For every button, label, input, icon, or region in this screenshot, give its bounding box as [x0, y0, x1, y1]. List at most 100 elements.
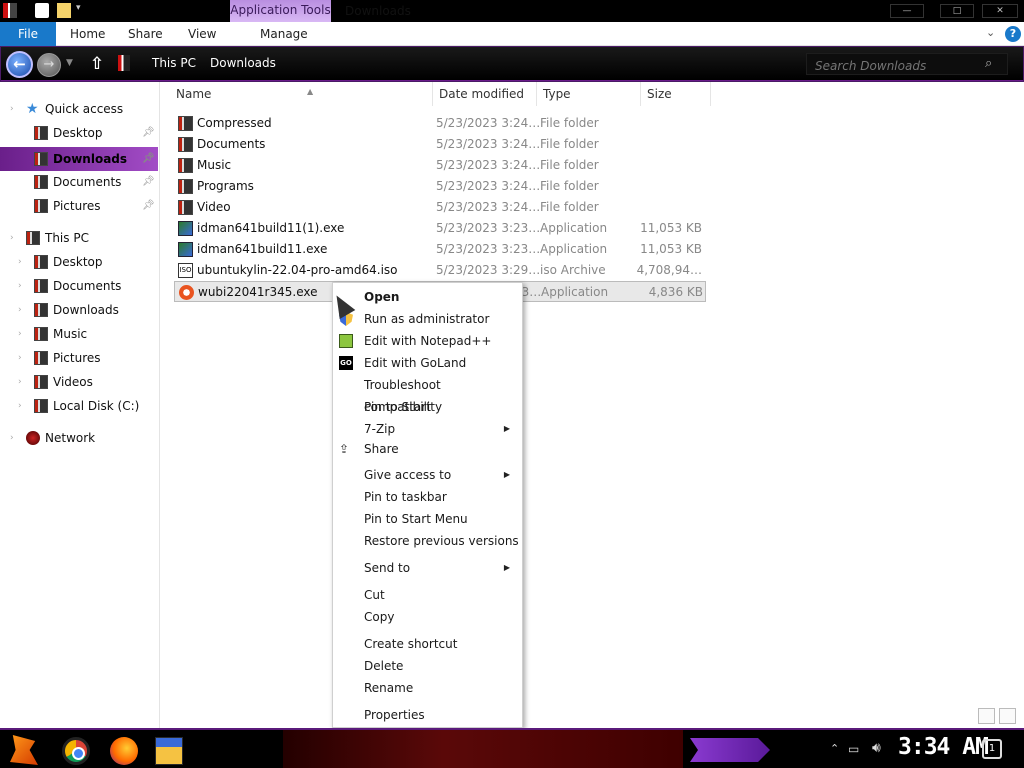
tab-manage[interactable]: Manage	[260, 27, 308, 41]
context-menu-item[interactable]: Edit with Notepad++	[333, 330, 522, 352]
help-button[interactable]: ?	[1005, 26, 1021, 42]
tab-share[interactable]: Share	[128, 27, 163, 41]
context-menu-item[interactable]: ⇪ Share	[333, 438, 522, 460]
search-input[interactable]	[806, 53, 1008, 75]
expand-chevron-icon[interactable]: ›	[18, 346, 22, 370]
volume-icon[interactable]: 🔊︎	[872, 740, 881, 756]
breadcrumb-this-pc[interactable]: This PC	[152, 56, 196, 70]
file-row[interactable]: Compressed 5/23/2023 3:24… File folder	[174, 113, 706, 134]
pin-icon: 📌︎	[142, 200, 155, 211]
file-row[interactable]: idman641build11(1).exe 5/23/2023 3:23… App…	[174, 218, 706, 239]
file-row[interactable]: Video 5/23/2023 3:24… File folder	[174, 197, 706, 218]
file-row[interactable]: Programs 5/23/2023 3:24… File folder	[174, 176, 706, 197]
app-icon[interactable]	[3, 3, 17, 18]
tab-home[interactable]: Home	[70, 27, 105, 41]
context-menu-item[interactable]: Pin to taskbar	[333, 486, 522, 508]
context-menu-item[interactable]: Delete	[333, 655, 522, 677]
firefox-icon[interactable]	[110, 737, 138, 765]
sidebar-item[interactable]: › Desktop	[0, 250, 158, 274]
file-type: File folder	[540, 137, 599, 151]
large-icons-view-icon[interactable]	[999, 708, 1016, 724]
file-explorer-icon[interactable]	[155, 737, 183, 765]
expand-chevron-icon[interactable]: ›	[18, 370, 22, 394]
recent-locations-chevron-icon[interactable]: ▼	[66, 58, 73, 68]
context-menu-item[interactable]: Troubleshoot compatibility	[333, 374, 522, 414]
context-menu-item[interactable]: Send to ▶	[333, 557, 522, 579]
up-button[interactable]: ⇧	[88, 54, 106, 74]
sidebar-item[interactable]: › Pictures	[0, 346, 158, 370]
computer-icon	[26, 231, 40, 245]
context-menu-item[interactable]: Pin to Start	[333, 396, 522, 418]
context-menu-item[interactable]: Create shortcut	[333, 633, 522, 655]
expand-chevron-icon[interactable]: ›	[10, 97, 14, 121]
clock[interactable]: 3:34 AM	[898, 734, 989, 760]
expand-chevron-icon[interactable]: ›	[10, 426, 14, 450]
breadcrumb-downloads[interactable]: Downloads	[210, 56, 276, 70]
sidebar-item[interactable]: › Documents	[0, 274, 158, 298]
sidebar-item[interactable]: Downloads 📌︎	[0, 147, 158, 171]
tab-view[interactable]: View	[188, 27, 216, 41]
start-icon[interactable]	[10, 735, 38, 765]
file-row[interactable]: Documents 5/23/2023 3:24… File folder	[174, 134, 706, 155]
file-row[interactable]: Music 5/23/2023 3:24… File folder	[174, 155, 706, 176]
search-icon[interactable]: ⌕	[985, 56, 992, 71]
sidebar-item[interactable]: › Downloads	[0, 298, 158, 322]
expand-chevron-icon[interactable]: ›	[18, 250, 22, 274]
context-menu-item[interactable]: Restore previous versions	[333, 530, 522, 552]
sidebar-item[interactable]: Pictures 📌︎	[0, 194, 158, 218]
file-date: 5/23/2023 3:23…	[436, 221, 541, 235]
context-menu-item[interactable]: Open	[333, 286, 522, 308]
context-menu-item[interactable]: Copy	[333, 606, 522, 628]
context-menu-item[interactable]: Properties	[333, 704, 522, 726]
context-menu-item[interactable]: 7-Zip ▶	[333, 418, 522, 440]
expand-chevron-icon[interactable]: ›	[18, 298, 22, 322]
sidebar-item[interactable]: › Network	[0, 426, 158, 450]
expand-chevron-icon[interactable]: ›	[18, 322, 22, 346]
notification-center-icon[interactable]: 1	[982, 739, 1002, 759]
address-bar[interactable]: This PC Downloads	[112, 53, 780, 75]
column-header-date-modified[interactable]: Date modified	[433, 82, 537, 106]
context-menu-item[interactable]: Run as administrator	[333, 308, 522, 330]
folder-icon	[178, 158, 193, 173]
installer-icon	[178, 221, 193, 236]
file-row[interactable]: idman641build11.exe 5/23/2023 3:23… Applic…	[174, 239, 706, 260]
sidebar-item[interactable]: Desktop 📌︎	[0, 121, 158, 145]
context-menu-item[interactable]: Cut	[333, 584, 522, 606]
sidebar-item[interactable]: Documents 📌︎	[0, 170, 158, 194]
sidebar-item[interactable]: › This PC	[0, 226, 158, 250]
forward-button[interactable]: →	[37, 53, 61, 77]
properties-icon[interactable]	[35, 3, 49, 18]
minimize-button[interactable]: —	[890, 4, 924, 18]
details-view-icon[interactable]	[978, 708, 995, 724]
context-menu-item[interactable]: Rename	[333, 677, 522, 699]
show-hidden-icons-chevron-icon[interactable]: ⌃	[830, 742, 839, 755]
context-menu-item-label: Share	[364, 442, 399, 456]
back-button[interactable]: ←	[6, 51, 33, 78]
maximize-button[interactable]: □	[940, 4, 974, 18]
context-menu-item[interactable]: GO Edit with GoLand	[333, 352, 522, 374]
column-header-name[interactable]: Name ▲	[170, 82, 433, 106]
pin-icon: 📌︎	[142, 153, 155, 164]
close-button[interactable]: ✕	[982, 4, 1018, 18]
sidebar-item[interactable]: › ★ Quick access	[0, 97, 158, 121]
downloads-icon	[34, 152, 48, 166]
sidebar-item[interactable]: › Videos	[0, 370, 158, 394]
expand-chevron-icon[interactable]: ›	[18, 274, 22, 298]
expand-chevron-icon[interactable]: ›	[10, 226, 14, 250]
context-menu-item-label: Copy	[364, 610, 395, 624]
sidebar-item[interactable]: › Local Disk (C:)	[0, 394, 158, 418]
new-folder-icon[interactable]	[57, 3, 71, 18]
expand-chevron-icon[interactable]: ›	[18, 394, 22, 418]
chrome-icon[interactable]	[62, 737, 90, 765]
column-header-size[interactable]: Size	[641, 82, 711, 106]
network-icon[interactable]: ▭	[848, 742, 859, 756]
context-menu-item[interactable]: Give access to ▶	[333, 464, 522, 486]
context-menu-item[interactable]: Pin to Start Menu	[333, 508, 522, 530]
column-header-type[interactable]: Type	[537, 82, 641, 106]
window-title: Downloads	[345, 4, 411, 18]
customize-toolbar-chevron-icon[interactable]: ▾	[76, 3, 86, 18]
file-row[interactable]: ISO ubuntukylin-22.04-pro-amd64.iso 5/23/2…	[174, 260, 706, 281]
expand-ribbon-chevron-icon[interactable]: ⌄	[986, 26, 995, 39]
sidebar-item[interactable]: › Music	[0, 322, 158, 346]
tab-file[interactable]: File	[0, 22, 56, 46]
